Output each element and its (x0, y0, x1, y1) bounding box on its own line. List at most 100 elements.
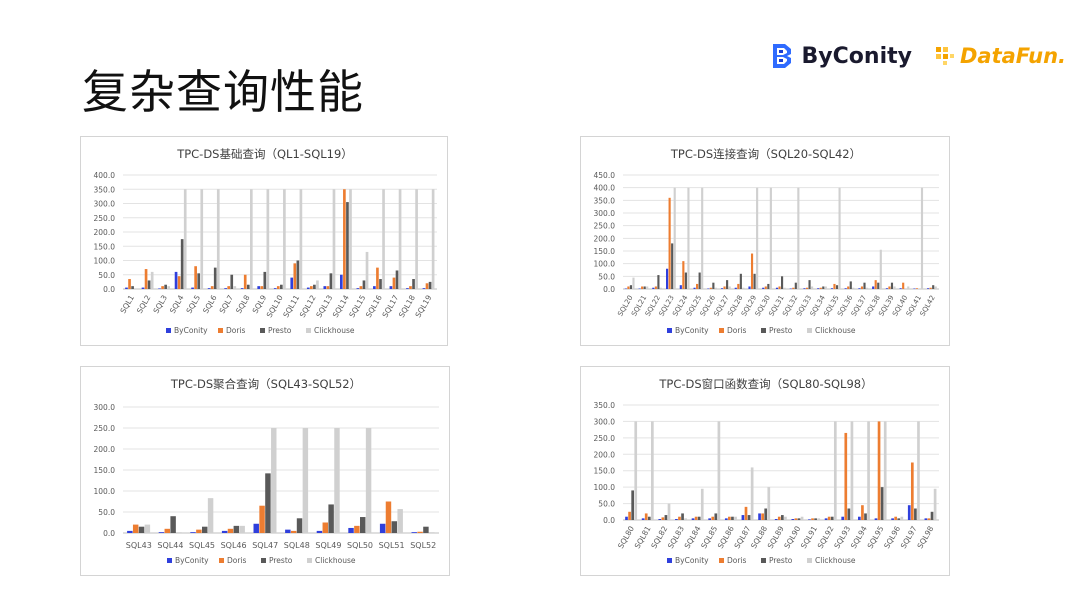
bar-doris-sql13 (326, 286, 330, 289)
bar-byconity-sql87 (741, 515, 745, 520)
bar-doris-sql37 (860, 286, 864, 289)
bar-clickhouse-sql6 (216, 189, 220, 289)
legend-label-doris: Doris (227, 556, 247, 565)
legend-label-byconity: ByConity (174, 326, 208, 335)
x-tick-label: SQL8 (234, 293, 252, 315)
bar-byconity-sql27 (720, 288, 724, 289)
bar-doris-sql42 (929, 287, 932, 289)
bar-doris-sql48 (290, 530, 297, 533)
y-tick-label: 100.0 (594, 483, 616, 492)
bar-doris-sql43 (132, 524, 139, 533)
bar-byconity-sql19 (422, 288, 426, 289)
bar-doris-sql47 (259, 505, 265, 533)
bar-doris-sql88 (761, 513, 764, 520)
bar-byconity-sql12 (306, 287, 310, 289)
bar-doris-sql18 (409, 286, 412, 289)
bar-byconity-sql10 (273, 288, 277, 289)
bar-byconity-sql91 (808, 519, 811, 520)
bar-presto-sql85 (714, 513, 718, 520)
bar-byconity-sql93 (841, 516, 845, 520)
bar-presto-sql21 (643, 286, 646, 289)
bar-clickhouse-sql20 (632, 277, 635, 289)
bar-presto-sql12 (313, 284, 316, 289)
bar-byconity-sql21 (638, 288, 641, 289)
y-tick-label: 250.0 (94, 214, 116, 223)
y-tick-label: 300.0 (94, 403, 116, 412)
bar-byconity-sql92 (824, 518, 828, 520)
bar-presto-sql3 (164, 284, 167, 289)
bar-clickhouse-sql95 (883, 421, 887, 520)
bar-presto-sql50 (360, 517, 366, 533)
bar-presto-sql24 (684, 272, 687, 289)
bar-presto-sql17 (395, 270, 399, 289)
bar-doris-sql38 (874, 280, 877, 289)
bar-doris-sql91 (811, 518, 814, 520)
bar-presto-sql44 (170, 516, 176, 533)
bar-presto-sql33 (808, 280, 811, 289)
x-tick-label: SQL46 (221, 541, 247, 550)
bar-presto-sql45 (202, 526, 208, 533)
bar-clickhouse-sql7 (233, 286, 237, 289)
bar-clickhouse-sql89 (784, 516, 787, 520)
bar-presto-sql46 (233, 525, 240, 533)
bar-doris-sql8 (243, 274, 247, 289)
bar-byconity-sql30 (762, 287, 765, 289)
bar-byconity-sql80 (625, 516, 628, 520)
bar-clickhouse-sql88 (767, 487, 771, 520)
legend-label-doris: Doris (727, 326, 747, 335)
bar-clickhouse-sql35 (838, 187, 841, 289)
bar-presto-sql34 (822, 286, 825, 289)
bar-byconity-sql37 (858, 288, 861, 289)
legend-label-presto: Presto (268, 326, 292, 335)
bar-byconity-sql25 (693, 287, 696, 289)
bar-byconity-sql14 (339, 274, 343, 289)
bar-presto-sql23 (671, 243, 674, 289)
bar-presto-sql7 (230, 274, 234, 289)
bar-byconity-sql85 (708, 518, 711, 520)
chart-svg: TPC-DS窗口函数查询（SQL80-SQL98） 0.0 50.0 100.0 150… (594, 377, 939, 565)
chart-svg: TPC-DS基础查询（QL1-SQL19） 0.0 50.0 100.0 150.0 20… (94, 147, 437, 335)
bar-doris-sql52 (417, 531, 423, 533)
bar-clickhouse-sql12 (316, 280, 319, 289)
x-tick-label: SQL2 (135, 293, 153, 315)
bar-presto-sql38 (877, 282, 880, 289)
y-tick-label: 200.0 (94, 228, 116, 237)
bar-doris-sql35 (833, 283, 836, 289)
bar-byconity-sql29 (748, 286, 751, 289)
x-tick-label: SQL7 (218, 293, 236, 315)
bar-byconity-sql86 (724, 518, 728, 520)
x-tick-label: SQL43 (126, 541, 152, 550)
bar-byconity-sql5 (191, 287, 194, 289)
bar-doris-sql21 (641, 286, 644, 289)
legend-swatch-byconity (167, 558, 172, 563)
bar-doris-sql40 (902, 282, 905, 289)
x-tick-label: SQL49 (315, 541, 341, 550)
bar-doris-sql25 (696, 283, 699, 289)
bar-doris-sql2 (144, 269, 148, 289)
bar-clickhouse-sql80 (634, 421, 638, 520)
bar-clickhouse-sql84 (700, 488, 704, 520)
y-tick-label: 0.0 (103, 529, 115, 538)
bar-doris-sql51 (385, 501, 392, 533)
bar-doris-sql22 (654, 286, 657, 289)
bar-presto-sql5 (197, 273, 201, 289)
bar-byconity-sql45 (190, 532, 196, 533)
bar-presto-sql39 (890, 282, 894, 289)
y-tick-label: 400.0 (94, 171, 116, 180)
x-tick-label: SQL5 (184, 293, 202, 315)
bar-presto-sql83 (681, 513, 684, 520)
bar-clickhouse-sql10 (283, 189, 286, 289)
x-tick-label: SQL1 (118, 293, 136, 315)
bar-byconity-sql11 (290, 277, 294, 289)
bar-doris-sql1 (128, 279, 131, 289)
bar-doris-sql41 (915, 288, 918, 289)
bar-byconity-sql33 (803, 288, 806, 289)
bar-presto-sql31 (781, 276, 784, 289)
y-tick-label: 350.0 (94, 185, 116, 194)
bar-byconity-sql89 (774, 519, 778, 520)
bar-clickhouse-sql94 (867, 421, 870, 520)
x-tick-label: SQL3 (151, 293, 169, 315)
bar-byconity-sql40 (899, 288, 902, 289)
legend-label-presto: Presto (269, 556, 293, 565)
legend-swatch-byconity (166, 328, 171, 333)
